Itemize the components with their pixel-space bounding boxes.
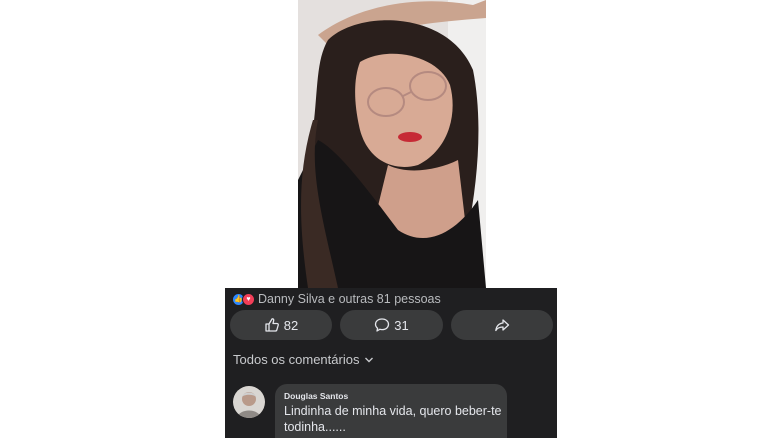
commenter-avatar-art [233,386,265,418]
reactions-text: Danny Silva e outras 81 pessoas [258,292,441,306]
thumbs-up-icon [265,318,279,332]
share-button[interactable] [451,310,553,340]
share-icon [495,319,510,332]
love-icon: ♥ [242,292,255,306]
comments-filter[interactable]: Todos os comentários [233,352,374,367]
post-footer: 👍 ♥ Danny Silva e outras 81 pessoas 82 3… [225,288,557,438]
like-count: 82 [283,317,299,333]
comment-icon [375,318,390,332]
comment-bubble[interactable]: Douglas Santos Lindinha de minha vida, q… [275,384,507,438]
avatar[interactable] [233,386,265,418]
reactions-summary[interactable]: 👍 ♥ Danny Silva e outras 81 pessoas [232,291,441,307]
comment-count: 31 [394,317,409,333]
profile-photo-art [298,0,486,288]
comments-filter-label: Todos os comentários [233,352,360,367]
comment-author[interactable]: Douglas Santos [284,391,348,401]
chevron-down-icon [365,357,374,362]
like-button[interactable]: 82 [230,310,332,340]
comment-button[interactable]: 31 [340,310,443,340]
profile-photo[interactable] [298,0,486,288]
comment-text: Lindinha de minha vida, quero beber-te t… [284,404,502,434]
